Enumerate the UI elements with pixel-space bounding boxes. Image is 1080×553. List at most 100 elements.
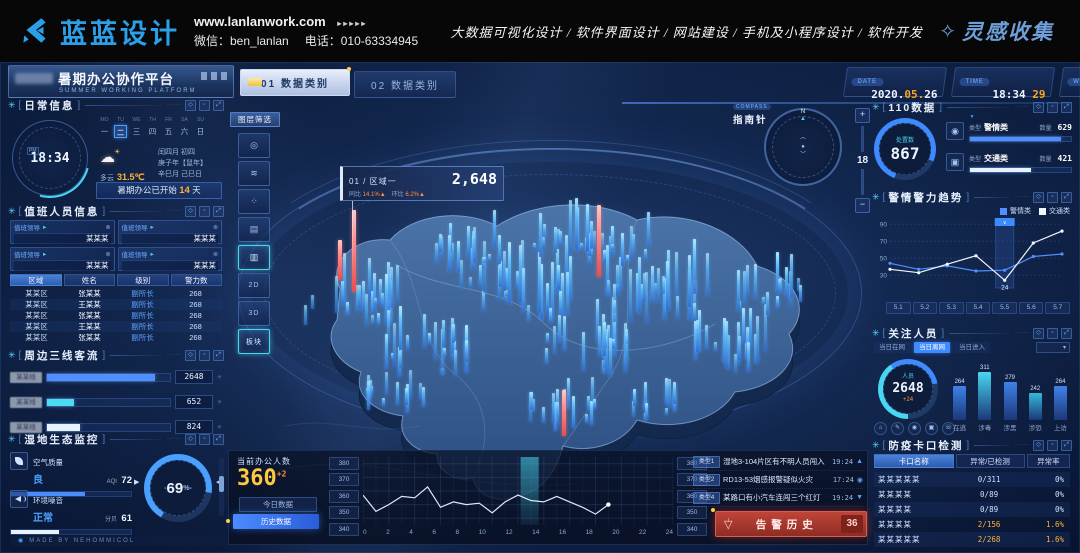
panel-expand-icon[interactable]: ⤢ <box>213 206 224 217</box>
gauge-left-arrow[interactable]: ▶ <box>134 478 139 486</box>
duty-col-header[interactable]: 区域 <box>10 274 62 286</box>
layer-signal-button[interactable]: ≋ <box>238 161 270 186</box>
weekday[interactable]: 二 <box>114 125 127 138</box>
persons-bar[interactable]: 311 涉毒 <box>975 354 994 432</box>
checkpoint-col-header[interactable]: 卡口名称 <box>874 454 954 468</box>
panel-expand-icon[interactable]: ⤢ <box>213 350 224 361</box>
logo[interactable]: 蓝蓝设计 <box>18 12 180 51</box>
trend-x-tick[interactable]: 5.1 <box>886 302 911 314</box>
duty-leader-card[interactable]: 值班领导 ▸ ⊗ 某某某 <box>118 220 223 244</box>
tab-data-category-2[interactable]: 02 数据类别 <box>354 71 456 98</box>
panel-window-icon[interactable]: ▫ <box>199 206 210 217</box>
history-data-button[interactable]: 历史数据 <box>233 514 319 529</box>
weekday[interactable]: 一 <box>98 125 111 138</box>
persons-bar[interactable]: 279 涉黑 <box>1000 354 1019 432</box>
panel-expand-icon[interactable]: ⤢ <box>1061 440 1072 451</box>
panel-refresh-icon[interactable]: ◇ <box>1033 192 1044 203</box>
weekday[interactable]: 日 <box>194 125 207 138</box>
duty-col-header[interactable]: 姓名 <box>64 274 116 286</box>
today-data-button[interactable]: 今日数据 <box>239 497 317 512</box>
duty-leader-card[interactable]: 值班领导 ▸ ⊗ 某某某 <box>118 247 223 271</box>
persons-tab[interactable]: 当日进入 <box>954 342 990 353</box>
trend-x-tick[interactable]: 5.3 <box>939 302 964 314</box>
panel-refresh-icon[interactable]: ◇ <box>185 100 196 111</box>
persons-tab[interactable]: 当日在网 <box>874 342 910 353</box>
panel-refresh-icon[interactable]: ◇ <box>185 350 196 361</box>
panel-window-icon[interactable]: ▫ <box>1047 192 1058 203</box>
duty-table-row[interactable]: 某某区张某某副所长268 <box>10 288 222 299</box>
panel-expand-icon[interactable]: ⤢ <box>1061 102 1072 113</box>
panel-refresh-icon[interactable]: ◇ <box>1033 440 1044 451</box>
panel-refresh-icon[interactable]: ◇ <box>1033 102 1044 113</box>
alert-history-banner[interactable]: ▽! 告警历史 36 <box>715 511 867 537</box>
panel-refresh-icon[interactable]: ◇ <box>1033 328 1044 339</box>
eco-scrollbar[interactable] <box>219 458 224 516</box>
weekday[interactable]: 三 <box>130 125 143 138</box>
panel-refresh-icon[interactable]: ◇ <box>185 434 196 445</box>
trend-x-tick[interactable]: 5.6 <box>1019 302 1044 314</box>
website-link[interactable]: www.lanlanwork.com <box>194 14 326 29</box>
panel-window-icon[interactable]: ▫ <box>199 350 210 361</box>
checkpoint-row[interactable]: 某某某某某 0/311 0% <box>874 472 1070 487</box>
persons-bar[interactable]: 264 在逃 <box>950 354 969 432</box>
checkpoint-col-header[interactable]: 异常/已检测 <box>956 454 1025 468</box>
zoom-in-button[interactable]: + <box>855 108 870 123</box>
weekday[interactable]: 六 <box>178 125 191 138</box>
duty-col-header[interactable]: 警力数 <box>171 274 223 286</box>
checkpoint-row[interactable]: 某某某某 0/89 0% <box>874 502 1070 517</box>
trend-x-tick[interactable]: 5.5 <box>992 302 1017 314</box>
legend-item[interactable]: 交通类 <box>1039 206 1070 216</box>
panel-window-icon[interactable]: ▫ <box>1047 102 1058 113</box>
layer-location-button[interactable]: ◎ <box>238 133 270 158</box>
zoom-out-button[interactable]: − <box>855 198 870 213</box>
persons-dropdown[interactable]: ▾ <box>1036 342 1070 353</box>
duty-col-header[interactable]: 级别 <box>117 274 169 286</box>
checkpoint-row[interactable]: 某某某某某 2/268 1.6% <box>874 532 1070 547</box>
panel-expand-icon[interactable]: ⤢ <box>1061 328 1072 339</box>
duty-leader-card[interactable]: 值班领导 ▸ ⊗ 某某某 <box>10 220 115 244</box>
alert-row[interactable]: 类型2 RD13-53烟感报警疑似火灾 17:24 ◉ <box>693 471 863 489</box>
layer-bar-chart-button[interactable]: ▥ <box>238 245 270 270</box>
panel-refresh-icon[interactable]: ◇ <box>185 206 196 217</box>
persons-tool-icon-4[interactable]: ▣ <box>925 422 938 435</box>
checkpoint-row[interactable]: 某某某某 0/89 0% <box>874 487 1070 502</box>
close-icon[interactable]: ⊗ <box>105 251 110 258</box>
persons-tool-icon-2[interactable]: ✎ <box>891 422 904 435</box>
layer-cluster-button[interactable]: ⁘ <box>238 189 270 214</box>
trend-x-tick[interactable]: 5.2 <box>913 302 938 314</box>
close-icon[interactable]: ⊗ <box>105 224 110 231</box>
tab-data-category-1[interactable]: 01 数据类别 <box>240 69 350 96</box>
duty-table-row[interactable]: 某某区王某某副所长268 <box>10 321 222 332</box>
panel-expand-icon[interactable]: ⤢ <box>1061 192 1072 203</box>
layer-building-button[interactable]: ▤ <box>238 217 270 242</box>
panel-expand-icon[interactable]: ⤢ <box>213 100 224 111</box>
layer-mode-2d-button[interactable]: 2D <box>238 273 270 298</box>
panel-window-icon[interactable]: ▫ <box>199 100 210 111</box>
panel-window-icon[interactable]: ▫ <box>1047 328 1058 339</box>
panel-expand-icon[interactable]: ⤢ <box>213 434 224 445</box>
trend-x-tick[interactable]: 5.7 <box>1045 302 1070 314</box>
trend-x-tick[interactable]: 5.4 <box>966 302 991 314</box>
persons-tool-icon-1[interactable]: ⌂ <box>874 422 887 435</box>
alert-row[interactable]: 类型4 某路口有小汽车连闯三个红灯 19:24 ▼ <box>693 489 863 507</box>
persons-tool-icon-3[interactable]: ◉ <box>908 422 921 435</box>
close-icon[interactable]: ⊗ <box>213 251 218 258</box>
layer-mode-3d-button[interactable]: 3D <box>238 301 270 326</box>
panel-window-icon[interactable]: ▫ <box>199 434 210 445</box>
alert-row[interactable]: 类型1 湿地3-104片区有不明人员闯入 19:24 ▲ <box>693 453 863 471</box>
persons-bar[interactable]: 242 涉恐 <box>1026 354 1045 432</box>
weekday[interactable]: 五 <box>162 125 175 138</box>
checkpoint-row[interactable]: 某某某某 2/156 1.6% <box>874 517 1070 532</box>
checkpoint-col-header[interactable]: 异常率 <box>1027 454 1070 468</box>
duty-table-row[interactable]: 某某区张某某副所长268 <box>10 310 222 321</box>
legend-item[interactable]: 警情类 <box>1000 206 1031 216</box>
persons-tab[interactable]: 当日离网 <box>914 342 950 353</box>
persons-bar[interactable]: 264 上访 <box>1051 354 1070 432</box>
weekday[interactable]: 四 <box>146 125 159 138</box>
layer-sector-button[interactable]: 板块 <box>238 329 270 354</box>
duty-leader-card[interactable]: 值班领导 ▸ ⊗ 某某某 <box>10 247 115 271</box>
panel-window-icon[interactable]: ▫ <box>1047 440 1058 451</box>
duty-table-row[interactable]: 某某区王某某副所长268 <box>10 299 222 310</box>
inspiration-collect[interactable]: ✧ 灵感收集 <box>939 16 1054 46</box>
close-icon[interactable]: ⊗ <box>213 224 218 231</box>
